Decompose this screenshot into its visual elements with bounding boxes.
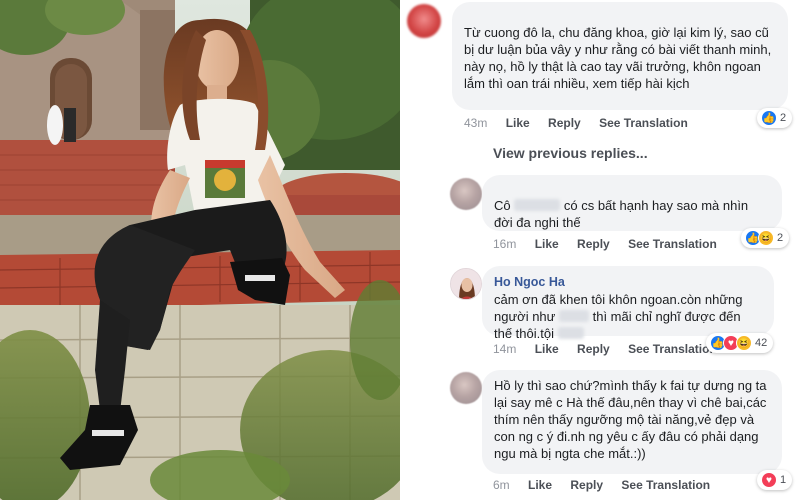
reaction-badge[interactable]: 👍 😆 2 <box>741 228 790 248</box>
comment-time[interactable]: 16m <box>493 237 516 251</box>
commenter-avatar[interactable] <box>450 372 482 404</box>
haha-icon: 😆 <box>758 230 774 246</box>
comment-meta: 43m Like Reply See Translation <box>464 116 703 130</box>
comment-text: Từ cuong đô la, chu đăng khoa, giờ lại k… <box>464 25 772 91</box>
hnh-avatar[interactable] <box>450 268 482 300</box>
see-translation-link[interactable]: See Translation <box>621 478 710 492</box>
love-icon: ♥ <box>761 472 777 488</box>
reply-link[interactable]: Reply <box>570 478 603 492</box>
post-photo[interactable] <box>0 0 400 500</box>
reaction-count: 2 <box>780 112 787 124</box>
haha-icon: 😆 <box>736 335 752 351</box>
comment-time[interactable]: 14m <box>493 342 516 356</box>
redacted-name-inline <box>514 199 561 211</box>
like-link[interactable]: Like <box>528 478 552 492</box>
see-translation-link[interactable]: See Translation <box>599 116 688 130</box>
comment-bubble: Từ cuong đô la, chu đăng khoa, giờ lại k… <box>452 2 788 110</box>
comment-time[interactable]: 43m <box>464 116 487 130</box>
reaction-count: 1 <box>780 474 787 486</box>
reply-link[interactable]: Reply <box>577 342 610 356</box>
comment-time[interactable]: 6m <box>493 478 510 492</box>
comment-bubble: Hồ ly thì sao chứ?mình thấy k fai tự dưn… <box>482 370 782 474</box>
commenter-avatar[interactable] <box>450 178 482 210</box>
see-translation-link[interactable]: See Translation <box>628 342 717 356</box>
see-translation-link[interactable]: See Translation <box>628 237 717 251</box>
like-link[interactable]: Like <box>535 342 559 356</box>
reaction-badge[interactable]: 👍 ♥ 😆 42 <box>706 333 774 353</box>
reply-link[interactable]: Reply <box>577 237 610 251</box>
reaction-badge[interactable]: 👍 2 <box>757 108 793 128</box>
like-link[interactable]: Like <box>535 237 559 251</box>
comment-meta: 6m Like Reply See Translation <box>493 478 725 492</box>
like-icon: 👍 <box>761 110 777 126</box>
comment-meta: 16m Like Reply See Translation <box>493 237 732 251</box>
comment-meta: 14m Like Reply See Translation <box>493 342 732 356</box>
reaction-count: 42 <box>755 337 768 349</box>
comment-text: Cô <box>494 198 511 213</box>
comment-author[interactable]: Ho Ngoc Ha <box>494 274 762 290</box>
view-previous-replies[interactable]: View previous replies... <box>493 145 648 161</box>
comment-bubble: Cô có cs bất hạnh hay sao mà nhìn đời đa… <box>482 175 782 231</box>
comment-text: Hồ ly thì sao chứ?mình thấy k fai tự dưn… <box>494 378 767 461</box>
photo-scene <box>0 0 400 500</box>
commenter-avatar[interactable] <box>407 4 441 38</box>
redacted-name-inline <box>558 310 589 322</box>
reaction-count: 2 <box>777 232 784 244</box>
reaction-badge[interactable]: ♥ 1 <box>757 470 793 490</box>
redacted-name-inline <box>557 327 584 339</box>
reply-link[interactable]: Reply <box>548 116 581 130</box>
comment-bubble: Ho Ngoc Ha cảm ơn đã khen tôi khôn ngoan… <box>482 266 774 341</box>
like-link[interactable]: Like <box>506 116 530 130</box>
